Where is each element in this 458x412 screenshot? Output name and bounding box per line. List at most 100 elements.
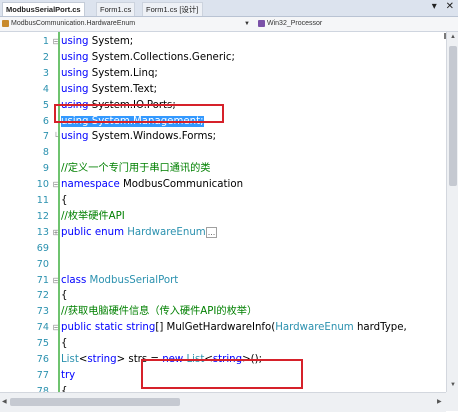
code-token: //获取电脑硬件信息（传入硬件API的枚举） — [61, 306, 258, 318]
scroll-left-icon[interactable]: ◀ — [2, 398, 7, 405]
line-number: 69 — [36, 242, 49, 254]
code-token: namespace — [61, 179, 120, 191]
line-number: 73 — [36, 306, 49, 318]
code-token: [] MulGetHardwareInfo( — [155, 322, 276, 334]
line-number: 3 — [42, 67, 49, 79]
code-line[interactable]: 1 ⊟ using System; — [0, 34, 446, 50]
code-token: hardType, — [353, 322, 407, 334]
scroll-right-icon[interactable]: ▶ — [437, 398, 442, 405]
code-line[interactable]: 4 using System.Text; — [0, 82, 446, 98]
code-line[interactable]: 9 //定义一个专门用于串口通讯的类 — [0, 161, 446, 177]
horizontal-scroll-thumb[interactable] — [10, 398, 180, 406]
code-token: class — [61, 274, 90, 286]
code-token: using — [61, 67, 89, 79]
code-token: List — [61, 354, 79, 365]
code-token: HardwareEnum — [127, 226, 206, 238]
code-text: namespace ModbusCommunication — [61, 177, 243, 193]
vertical-scroll-thumb[interactable] — [449, 46, 457, 186]
code-line[interactable]: 13 ⊞ public enum HardwareEnum... — [0, 225, 446, 241]
code-line[interactable]: 71 ⊟ class ModbusSerialPort — [0, 273, 446, 289]
code-text: using System.Linq; — [61, 66, 158, 82]
line-number: 9 — [42, 163, 49, 175]
code-token: ModbusSerialPort — [89, 274, 179, 286]
code-token: //枚举硬件API — [61, 210, 125, 222]
tab-dropdown-icon[interactable]: ▾ — [432, 1, 437, 12]
code-text: { — [61, 384, 67, 392]
code-text: //定义一个专门用于串口通讯的类 — [61, 161, 211, 177]
line-number: 11 — [36, 195, 49, 206]
code-line[interactable]: 75 { — [0, 336, 446, 352]
tab-modbus-serial-port[interactable]: ModbusSerialPort.cs — [2, 2, 85, 16]
tab-form1-designer[interactable]: Form1.cs [设计] — [142, 2, 203, 16]
code-token: System.Windows.Forms; — [88, 131, 217, 143]
code-token: using — [61, 83, 89, 95]
code-token: public static — [61, 322, 127, 334]
code-line[interactable]: 10 ⊟ namespace ModbusCommunication — [0, 177, 446, 193]
code-line[interactable]: 3 using System.Linq; — [0, 66, 446, 82]
code-text: class ModbusSerialPort — [61, 273, 178, 289]
code-text: { — [61, 336, 67, 352]
line-number: 70 — [36, 258, 49, 270]
code-token: HardwareEnum — [275, 322, 354, 334]
highlight-box-management-object-searcher — [141, 359, 303, 389]
member-dropdown[interactable]: Win32_Processor — [258, 17, 443, 31]
scroll-down-icon[interactable]: ▼ — [450, 382, 456, 388]
line-number: 1 — [42, 36, 49, 47]
line-number: 2 — [42, 51, 49, 63]
line-number: 78 — [36, 385, 49, 392]
line-number: 6 — [42, 115, 49, 127]
code-line[interactable]: 73 //获取电脑硬件信息（传入硬件API的枚举） — [0, 304, 446, 320]
code-token: { — [61, 195, 68, 206]
code-line[interactable]: 74 ⊟ public static string[] MulGetHardwar… — [0, 320, 446, 336]
code-token: using — [61, 51, 89, 63]
close-icon[interactable]: ✕ — [446, 1, 454, 12]
horizontal-scrollbar[interactable]: ◀ ▶ — [0, 392, 446, 412]
code-line[interactable]: 69 — [0, 241, 446, 257]
line-number: 13 — [36, 226, 49, 238]
line-number: 4 — [42, 83, 49, 95]
line-number: 76 — [36, 354, 49, 365]
code-token: System.Collections.Generic; — [88, 51, 235, 63]
code-text: { — [61, 193, 67, 209]
code-editor[interactable]: 1 ⊟ using System; 2 using System.Collections… — [0, 32, 446, 392]
code-text: using System.Windows.Forms; — [61, 129, 216, 145]
code-text: { — [61, 288, 67, 304]
collapsed-region-button[interactable]: ... — [205, 226, 218, 238]
code-token: System.Text; — [88, 83, 158, 95]
vertical-scrollbar[interactable]: ▲ ▼ — [446, 32, 458, 392]
line-number: 77 — [36, 369, 49, 381]
chevron-down-icon: ▼ — [244, 21, 250, 27]
code-token: string — [126, 322, 156, 334]
code-token: { — [61, 338, 68, 350]
code-token: { — [61, 290, 68, 302]
code-line[interactable]: 7 └ using System.Windows.Forms; — [0, 129, 446, 145]
type-dropdown-label: ModbusCommunication.HardwareEnum — [11, 20, 136, 27]
code-text: using System.Collections.Generic; — [61, 50, 235, 66]
code-line[interactable]: 2 using System.Collections.Generic; — [0, 50, 446, 66]
type-dropdown[interactable]: ModbusCommunication.HardwareEnum ▼ — [2, 17, 254, 31]
tab-controls: ▾ ✕ — [426, 1, 454, 12]
code-line[interactable]: 11 { — [0, 193, 446, 209]
code-line[interactable]: 12 //枚举硬件API — [0, 209, 446, 225]
tab-form1-cs[interactable]: Form1.cs — [96, 2, 136, 16]
code-text: try — [61, 368, 75, 384]
code-token: string — [87, 354, 117, 365]
enum-icon — [2, 19, 9, 27]
code-text: using System; — [61, 34, 133, 50]
enum-member-icon — [258, 19, 265, 27]
code-text: using System.Text; — [61, 82, 157, 98]
document-tab-bar: ModbusSerialPort.cs Form1.cs Form1.cs [设… — [0, 0, 458, 17]
code-line[interactable]: 72 { — [0, 288, 446, 304]
code-line[interactable]: 8 — [0, 145, 446, 161]
code-token: ModbusCommunication — [119, 179, 244, 191]
code-token: System; — [88, 36, 134, 47]
scroll-up-icon[interactable]: ▲ — [450, 34, 456, 40]
code-text: public static string[] MulGetHardwareInf… — [61, 320, 407, 336]
code-token: public enum — [61, 226, 128, 238]
code-line[interactable]: 70 — [0, 257, 446, 273]
line-number: 8 — [42, 147, 49, 159]
code-token: using — [61, 131, 89, 143]
code-token: //定义一个专门用于串口通讯的类 — [61, 163, 211, 175]
scrollbar-corner — [446, 392, 458, 411]
member-dropdown-label: Win32_Processor — [267, 20, 323, 27]
